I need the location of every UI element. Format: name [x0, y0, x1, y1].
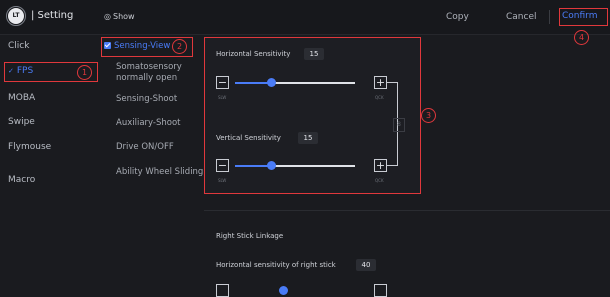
nav-item-click[interactable]: Click	[8, 41, 29, 51]
subnav-item-ability-wheel[interactable]: Ability Wheel Sliding	[116, 167, 203, 178]
nav-item-swipe[interactable]: Swipe	[8, 117, 35, 127]
eye-icon: ◎	[104, 12, 111, 21]
confirm-highlight	[559, 8, 608, 26]
copy-button[interactable]: Copy	[446, 12, 469, 22]
nav-item-macro[interactable]: Macro	[8, 175, 35, 185]
show-toggle[interactable]: ◎ Show	[104, 12, 135, 21]
right-stick-horizontal-value[interactable]: 40	[356, 259, 376, 271]
horizontal-quick-label: QCK	[375, 95, 384, 100]
right-stick-plus-button[interactable]	[374, 284, 387, 297]
horizontal-minus-button[interactable]: −	[216, 76, 229, 89]
sensitivity-panel	[204, 37, 421, 194]
app-logo: LT	[8, 8, 24, 24]
section-divider	[204, 210, 610, 211]
subnav-item-drive[interactable]: Drive ON/OFF	[116, 142, 174, 153]
nav-item-flymouse[interactable]: Flymouse	[8, 142, 51, 152]
vertical-quick-label: QCK	[375, 178, 384, 183]
horizontal-slow-label: SLW	[218, 95, 227, 100]
horizontal-sensitivity-value[interactable]: 15	[304, 48, 324, 60]
vertical-slider-knob[interactable]	[266, 161, 276, 170]
marker-2: 2	[172, 39, 187, 54]
vertical-slider-fill	[235, 165, 271, 167]
vertical-plus-button[interactable]: +	[374, 159, 387, 172]
app-title: | Setting	[31, 10, 74, 21]
vertical-slow-label: SLW	[218, 178, 227, 183]
vertical-sensitivity-value[interactable]: 15	[298, 132, 318, 144]
link-bracket-top	[387, 82, 397, 83]
horizontal-slider-knob[interactable]	[266, 78, 276, 87]
horizontal-sensitivity-label: Horizontal Sensitivity	[216, 50, 291, 58]
subnav-item-somatosensory[interactable]: Somatosensory normally open	[116, 62, 200, 84]
link-toggle[interactable]: 8	[393, 118, 405, 132]
top-bar: LT | Setting ◎ Show Copy Cancel Confirm	[0, 0, 610, 35]
right-stick-slider-knob[interactable]	[279, 286, 288, 295]
subnav-item-auxiliary-shoot[interactable]: Auxiliary-Shoot	[116, 118, 181, 129]
subnav-item-sensing-shoot[interactable]: Sensing-Shoot	[116, 94, 177, 105]
right-stick-title: Right Stick Linkage	[216, 232, 284, 240]
link-bracket-bottom	[387, 165, 397, 166]
show-label: Show	[112, 12, 135, 21]
app-window: LT | Setting ◎ Show Copy Cancel Confirm C…	[0, 0, 610, 297]
horizontal-plus-button[interactable]: +	[374, 76, 387, 89]
right-stick-minus-button[interactable]	[216, 284, 229, 297]
nav-item-moba[interactable]: MOBA	[8, 93, 35, 103]
marker-1: 1	[77, 65, 92, 80]
marker-3: 3	[421, 108, 436, 123]
vertical-minus-button[interactable]: −	[216, 159, 229, 172]
vertical-sensitivity-label: Vertical Sensitivity	[216, 134, 281, 142]
right-stick-horizontal-label: Horizontal sensitivity of right stick	[216, 261, 336, 269]
horizontal-slider-fill	[235, 82, 271, 84]
header-divider	[549, 10, 550, 24]
cancel-button[interactable]: Cancel	[506, 12, 537, 22]
marker-4: 4	[574, 30, 589, 45]
